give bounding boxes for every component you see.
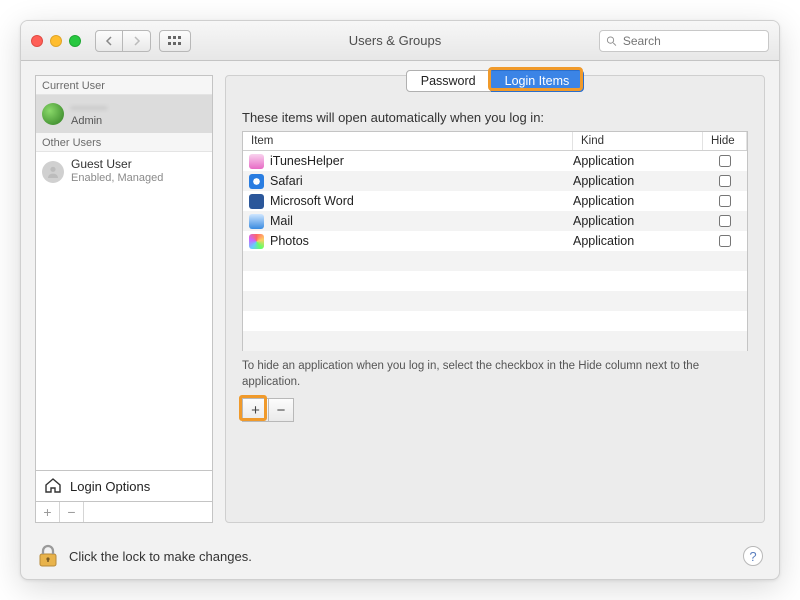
zoom-window-button[interactable]: [69, 35, 81, 47]
avatar: [42, 103, 64, 125]
user-list: Current User ——— Admin Other Users Guest…: [35, 75, 213, 470]
table-row[interactable]: Photos Application: [243, 231, 747, 251]
item-kind: Application: [573, 194, 703, 208]
login-items-add-remove: + −: [242, 398, 748, 422]
table-row[interactable]: iTunesHelper Application: [243, 151, 747, 171]
add-user-button[interactable]: +: [36, 502, 60, 522]
search-input[interactable]: [621, 33, 762, 49]
col-kind[interactable]: Kind: [573, 132, 703, 150]
main-panel: Password Login Items These items will op…: [225, 75, 765, 523]
table-body: iTunesHelper Application Safari Application…: [243, 151, 747, 351]
grid-icon: [168, 36, 182, 46]
login-items-intro: These items will open automatically when…: [242, 110, 748, 125]
user-name-label: ———: [71, 101, 107, 115]
search-icon: [606, 35, 617, 47]
hide-hint: To hide an application when you log in, …: [242, 359, 748, 390]
user-role-label: Admin: [71, 115, 107, 128]
chevron-right-icon: [133, 36, 141, 46]
avatar: [42, 161, 64, 183]
app-icon: [249, 194, 264, 209]
tab-login-items[interactable]: Login Items: [491, 70, 585, 92]
table-row-empty: [243, 311, 747, 331]
table-row[interactable]: Microsoft Word Application: [243, 191, 747, 211]
hide-checkbox[interactable]: [719, 215, 731, 227]
table-header: Item Kind Hide: [243, 132, 747, 151]
item-name: iTunesHelper: [270, 154, 344, 168]
nav-back-button[interactable]: [95, 30, 123, 52]
show-all-prefs-button[interactable]: [159, 30, 191, 52]
minimize-window-button[interactable]: [50, 35, 62, 47]
user-name-label: Guest User: [71, 158, 163, 172]
login-options-button[interactable]: Login Options: [35, 470, 213, 502]
table-row-empty: [243, 291, 747, 311]
table-row-empty: [243, 271, 747, 291]
prefs-window: Users & Groups Current User ——— Admin Ot…: [20, 20, 780, 580]
app-icon: [249, 174, 264, 189]
chevron-left-icon: [105, 36, 113, 46]
app-icon: [249, 154, 264, 169]
item-kind: Application: [573, 154, 703, 168]
table-row-empty: [243, 251, 747, 271]
lock-text: Click the lock to make changes.: [69, 549, 252, 564]
table-row-empty: [243, 331, 747, 351]
user-role-label: Enabled, Managed: [71, 172, 163, 185]
item-name: Safari: [270, 174, 303, 188]
app-icon: [249, 234, 264, 249]
item-name: Mail: [270, 214, 293, 228]
sidebar-add-remove: + −: [35, 502, 213, 523]
lock-region[interactable]: Click the lock to make changes.: [37, 544, 252, 568]
close-window-button[interactable]: [31, 35, 43, 47]
window-controls: [31, 35, 81, 47]
nav-back-forward: [95, 30, 151, 52]
content-area: Current User ——— Admin Other Users Guest…: [21, 61, 779, 533]
item-name: Microsoft Word: [270, 194, 354, 208]
table-row[interactable]: Safari Application: [243, 171, 747, 191]
remove-user-button[interactable]: −: [60, 502, 84, 522]
lock-icon: [37, 544, 59, 568]
current-user-header: Current User: [36, 76, 212, 95]
item-kind: Application: [573, 174, 703, 188]
footer: Click the lock to make changes. ?: [21, 533, 779, 579]
user-sidebar: Current User ——— Admin Other Users Guest…: [35, 75, 213, 523]
item-name: Photos: [270, 234, 309, 248]
hide-checkbox[interactable]: [719, 235, 731, 247]
app-icon: [249, 214, 264, 229]
login-options-label: Login Options: [70, 479, 150, 494]
help-button[interactable]: ?: [743, 546, 763, 566]
col-item[interactable]: Item: [243, 132, 573, 150]
titlebar: Users & Groups: [21, 21, 779, 61]
window-title: Users & Groups: [199, 33, 591, 48]
login-items-table: Item Kind Hide iTunesHelperApplicationSa…: [242, 131, 748, 351]
table-row[interactable]: Mail Application: [243, 211, 747, 231]
sidebar-item-current-user[interactable]: ——— Admin: [36, 95, 212, 133]
person-icon: [46, 165, 60, 179]
hide-checkbox[interactable]: [719, 175, 731, 187]
item-kind: Application: [573, 234, 703, 248]
add-login-item-button[interactable]: +: [242, 398, 268, 422]
other-users-header: Other Users: [36, 133, 212, 152]
item-kind: Application: [573, 214, 703, 228]
tabs: Password Login Items: [226, 70, 764, 92]
remove-login-item-button[interactable]: −: [268, 398, 294, 422]
nav-forward-button[interactable]: [123, 30, 151, 52]
sidebar-item-guest-user[interactable]: Guest User Enabled, Managed: [36, 152, 212, 190]
hide-checkbox[interactable]: [719, 195, 731, 207]
tab-password[interactable]: Password: [406, 70, 491, 92]
search-field[interactable]: [599, 30, 769, 52]
house-icon: [44, 477, 62, 495]
hide-checkbox[interactable]: [719, 155, 731, 167]
col-hide[interactable]: Hide: [703, 132, 747, 150]
